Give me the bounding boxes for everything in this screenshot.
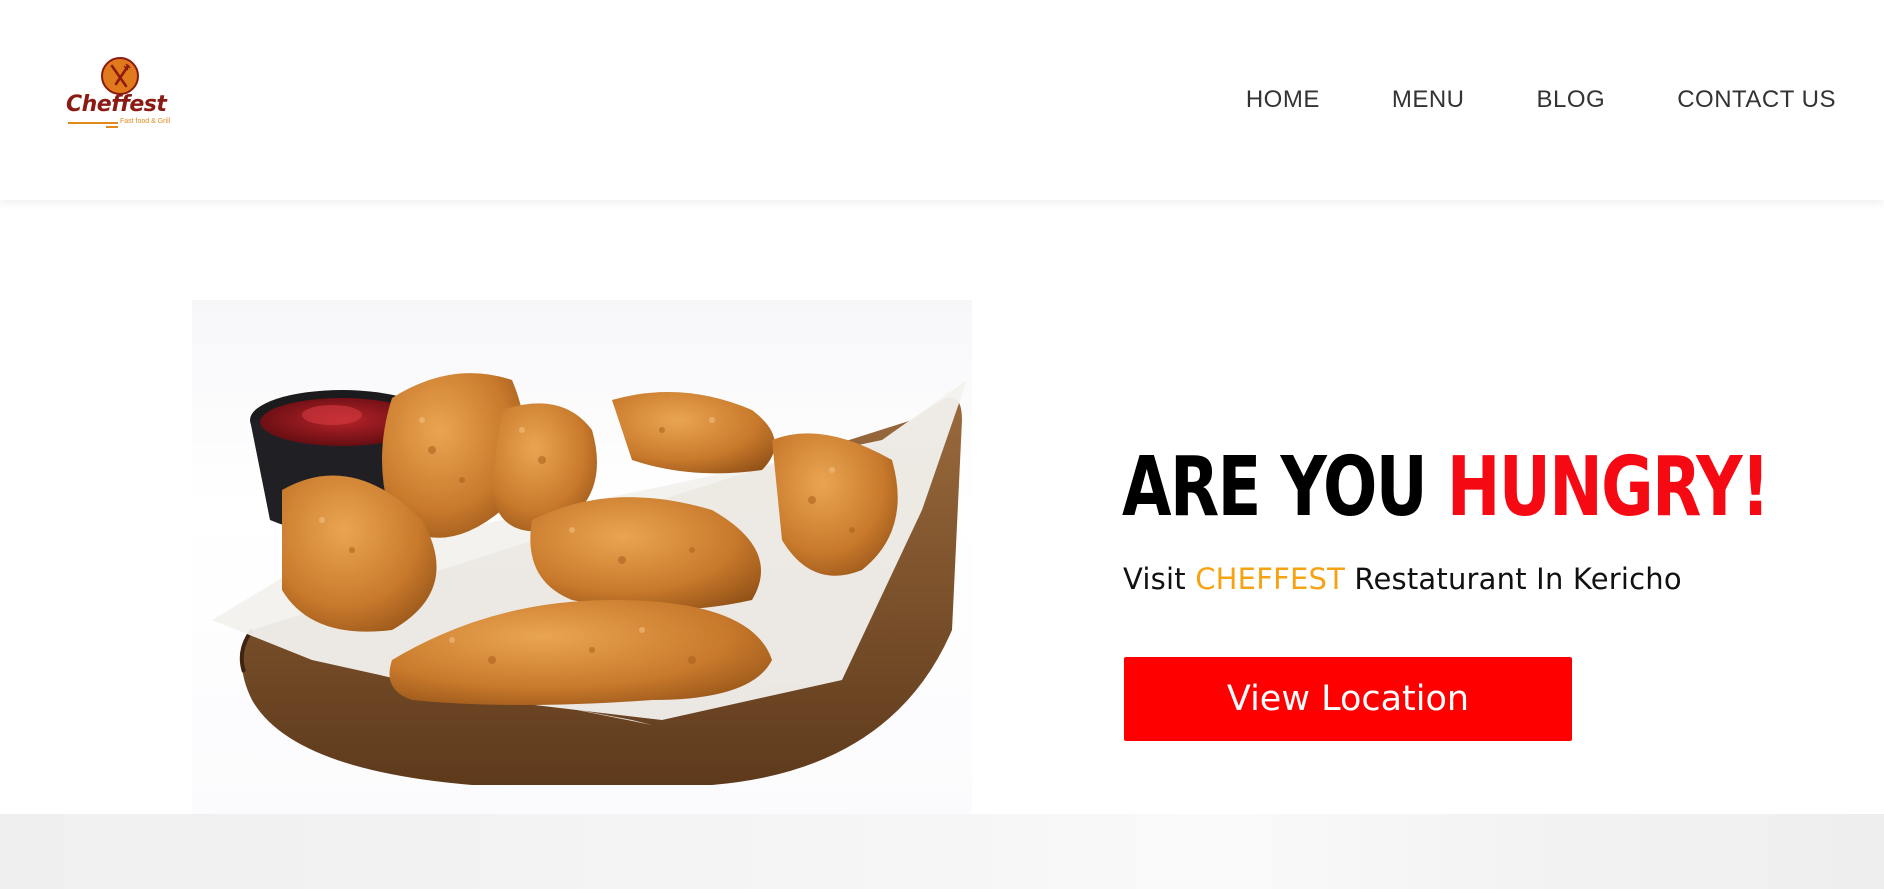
logo-tagline: Fast food & Grill	[120, 118, 171, 125]
hero-title-accent: HUNGRY!	[1446, 440, 1770, 535]
hero-subtitle-prefix: Visit	[1123, 562, 1196, 596]
hero-title: ARE YOU HUNGRY!	[1122, 438, 1770, 538]
next-section-band	[0, 814, 1884, 889]
logo-underline-accent	[106, 126, 118, 128]
site-header: Cheffest Fast food & Grill HOME MENU BLO…	[0, 0, 1884, 200]
hero-subtitle-brand: CHEFFEST	[1195, 562, 1346, 596]
hero-subtitle-suffix: Restaturant In Kericho	[1345, 562, 1682, 596]
page: Cheffest Fast food & Grill HOME MENU BLO…	[0, 0, 1884, 889]
nav-item-blog[interactable]: BLOG	[1537, 86, 1606, 114]
logo[interactable]: Cheffest Fast food & Grill	[64, 54, 184, 132]
fork-knife-icon	[101, 57, 139, 95]
logo-wordmark: Cheffest	[66, 92, 167, 117]
nav-item-contact-us[interactable]: CONTACT US	[1677, 86, 1836, 114]
nav-item-home[interactable]: HOME	[1246, 86, 1320, 114]
hero-subtitle: Visit CHEFFEST Restaturant In Kericho	[1123, 562, 1682, 596]
view-location-button[interactable]: View Location	[1124, 657, 1572, 741]
main-nav: HOME MENU BLOG CONTACT US	[1246, 86, 1836, 114]
fried-chicken-illustration	[212, 373, 967, 785]
logo-underline	[68, 122, 118, 124]
hero-title-part1: ARE YOU	[1122, 440, 1447, 535]
nav-item-menu[interactable]: MENU	[1392, 86, 1465, 114]
hero-food-image	[192, 300, 972, 815]
